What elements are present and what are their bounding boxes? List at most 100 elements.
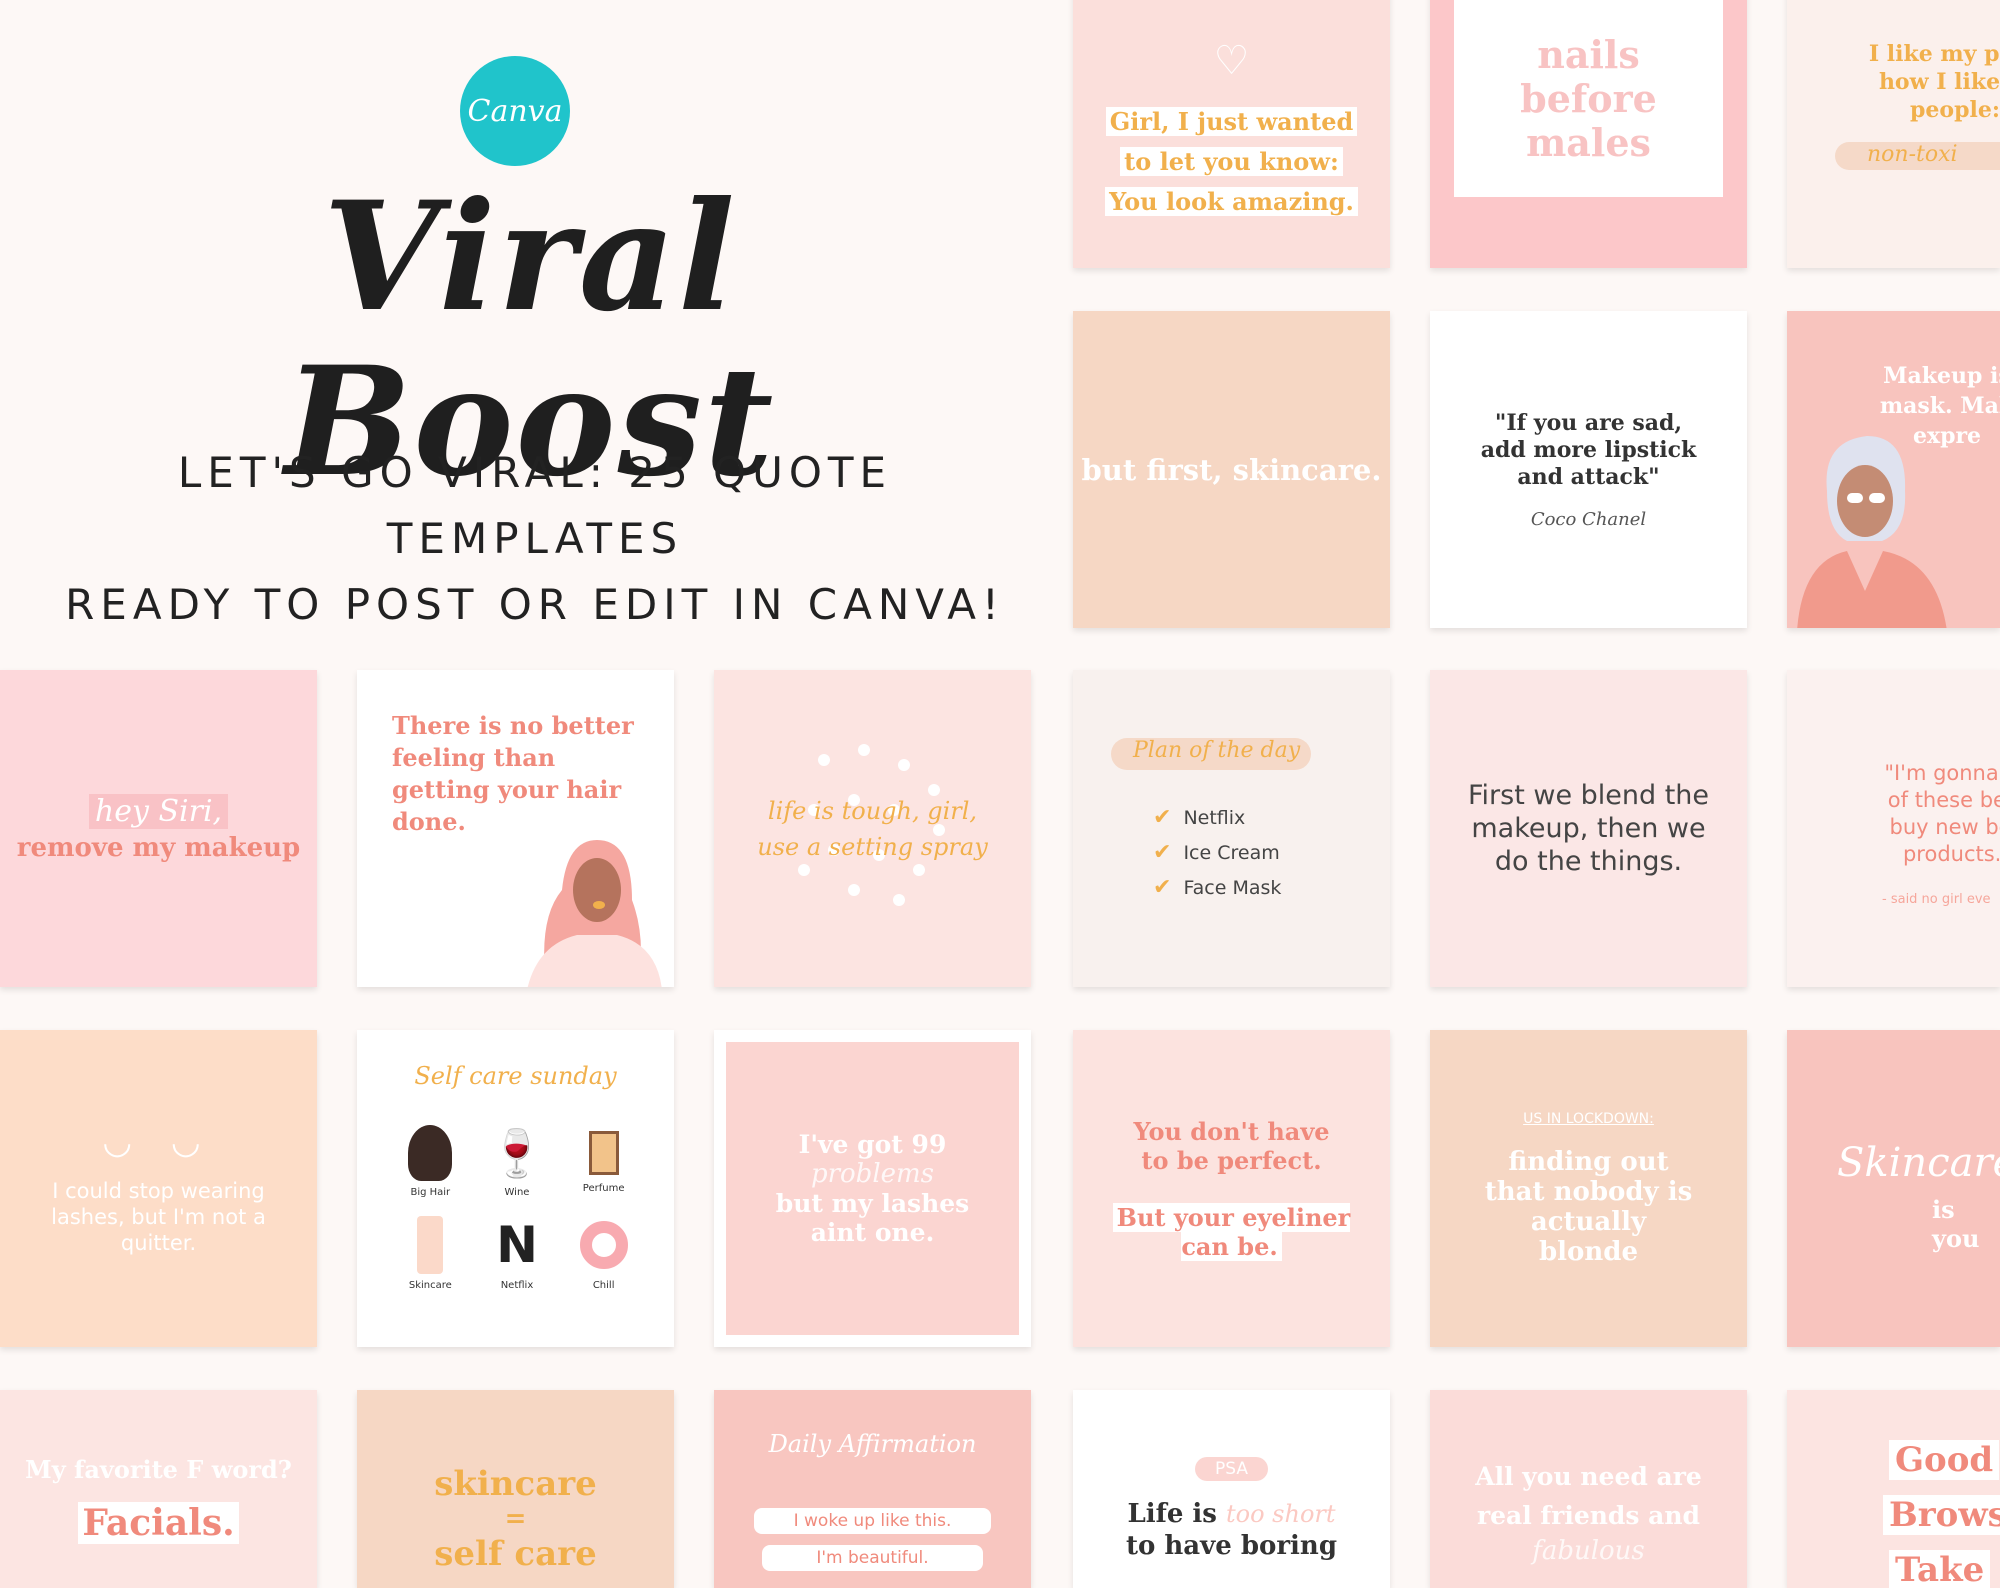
tile-gonna-use[interactable]: "I'm gonna us of these befo buy new bea … [1787, 670, 2000, 987]
quote-text: finding out that nobody is actually blon… [1484, 1146, 1693, 1267]
self-care-item-netflix[interactable]: N Netflix [474, 1216, 561, 1291]
tile-blend[interactable]: First we blend the makeup, then we do th… [1430, 670, 1747, 987]
quote-line-2: real friends and [1476, 1501, 1701, 1530]
quote-line-2: = [504, 1504, 527, 1534]
tile-hey-siri[interactable]: hey Siri, remove my makeup [0, 670, 317, 987]
hero-subtitle: LET'S GO VIRAL: 25 QUOTE TEMPLATES READY… [30, 440, 1040, 638]
brows-line: Take [1889, 1550, 1991, 1588]
quote-line-2: mask. Mak [1879, 393, 2000, 419]
quote-line-4: products." [1902, 842, 2000, 866]
tile-plan[interactable]: Plan of the day ✔ Netflix ✔ Ice Cream ✔ Fac… [1073, 670, 1390, 987]
checkmark-icon: ✔ [1153, 805, 1172, 830]
quote-text: "If you are sad, add more lipstick and a… [1480, 409, 1697, 490]
hero-section: Canva Viral Boost LET'S GO VIRAL: 25 QUO… [0, 0, 1070, 640]
subtitle-line-2: READY TO POST OR EDIT IN CANVA! [65, 580, 1005, 629]
quote-line-1: Girl, I just wanted [1105, 107, 1358, 136]
woman-icon [408, 1125, 453, 1181]
tile-hair-done[interactable]: There is no better feeling than getting … [357, 670, 674, 987]
heart-icon: ♡ [1213, 38, 1250, 84]
quote-text: There is no better feeling than getting … [392, 711, 634, 836]
quote-line-1: I've got 99 [798, 1130, 947, 1159]
lockdown-label: US IN LOCKDOWN: [1523, 1110, 1654, 1127]
quote-text: remove my makeup [16, 833, 301, 863]
checklist-item[interactable]: ✔ Netflix [1153, 805, 1281, 830]
checkmark-icon: ✔ [1153, 840, 1172, 865]
quote-line-2: Facials. [78, 1501, 239, 1544]
self-care-item-wine[interactable]: 🍷 Wine [474, 1125, 561, 1198]
tile-skincare-first[interactable]: but first, skincare. [1073, 311, 1390, 628]
script-text: too short [1226, 1500, 1336, 1528]
quote-line-3: You look amazing. [1105, 187, 1358, 216]
quote-line-2: to have boring [1125, 1531, 1338, 1561]
tile-skincare-is[interactable]: Skincare is you [1787, 1030, 2000, 1347]
quote-line-1: Makeup is [1883, 363, 2000, 389]
quote-line-2: to let you know: [1120, 147, 1343, 176]
checkmark-icon: ✔ [1153, 875, 1172, 900]
tile-good-brows[interactable]: Good Brows Take [1787, 1390, 2000, 1588]
quote-line-1: My favorite F word? [25, 1454, 292, 1484]
affirmation-item: I woke up like this. [754, 1508, 991, 1534]
plan-title: Plan of the day [1133, 738, 1301, 763]
canva-logo: Canva [460, 56, 570, 166]
tile-sad-lipstick[interactable]: "If you are sad, add more lipstick and a… [1430, 311, 1747, 628]
tile-psa[interactable]: PSA Life is too short to have boring [1073, 1390, 1390, 1588]
quote-line-2: how I like m [1878, 69, 2000, 95]
perfume-icon [588, 1131, 619, 1175]
wine-icon: 🍷 [488, 1126, 546, 1180]
quote-author: Coco Chanel [1530, 508, 1647, 530]
tile-makeup-mask[interactable]: Makeup is mask. Mak expre [1787, 311, 2000, 628]
quote-line-3: aint one. [810, 1218, 935, 1247]
script-text: fabulous [1532, 1536, 1645, 1566]
tile-problems[interactable]: I've got 99 problems but my lashes aint … [714, 1030, 1031, 1347]
quote-line-1: skincare [434, 1464, 597, 1504]
quote-line-2: But your eyeliner can be. [1112, 1202, 1351, 1261]
psa-label: PSA [1195, 1457, 1268, 1481]
quote-line-2: use a setting spray [757, 832, 988, 861]
woman-illustration [1797, 436, 1947, 628]
netflix-icon: N [496, 1216, 538, 1274]
self-care-item-skincare[interactable]: Skincare [387, 1216, 474, 1291]
affirmation-item: I'm beautiful. [762, 1545, 983, 1571]
checklist-item[interactable]: ✔ Face Mask [1153, 875, 1281, 900]
affirmation-title: Daily Affirmation [768, 1430, 977, 1458]
closed-eyes-icon: ◡ ◡ [102, 1121, 215, 1162]
tile-lockdown[interactable]: US IN LOCKDOWN: finding out that nobody … [1430, 1030, 1747, 1347]
tile-self-care[interactable]: Self care sunday Big Hair 🍷 Wine Perfume … [357, 1030, 674, 1347]
brows-line: Good [1889, 1440, 2000, 1480]
quote-line-1: Life is [1127, 1499, 1217, 1529]
quote-line-1: I like my prod [1868, 41, 2000, 67]
tile-skincare-self[interactable]: skincare = self care [357, 1390, 674, 1588]
script-text: problems [810, 1159, 935, 1189]
quote-line-2: of these befo [1887, 788, 2000, 812]
quote-line-3: self care [434, 1534, 597, 1574]
quote-line-2: but my lashes [775, 1189, 970, 1218]
self-care-item-big-hair[interactable]: Big Hair [387, 1125, 474, 1198]
quote-line-1: life is tough, girl, [767, 796, 978, 825]
scrunchie-icon [579, 1221, 628, 1269]
quote-author: - said no girl eve [1882, 892, 1991, 907]
quote-line-1: You don't have to be perfect. [1133, 1116, 1330, 1175]
canva-logo-text: Canva [467, 93, 563, 129]
self-care-title: Self care sunday [414, 1062, 617, 1090]
self-care-item-chill[interactable]: Chill [560, 1216, 647, 1291]
script-text: non-toxi [1867, 142, 1958, 167]
quote-text: is you [1932, 1195, 1980, 1253]
tile-girl-wanted[interactable]: ♡ Girl, I just wanted to let you know: Y… [1073, 0, 1390, 268]
tile-f-word[interactable]: My favorite F word? Facials. [0, 1390, 317, 1588]
tile-lashes[interactable]: ◡ ◡ I could stop wearing lashes, but I'm… [0, 1030, 317, 1347]
quote-text: nails before males [1520, 31, 1657, 165]
quote-line-1: All you need are [1475, 1462, 1702, 1491]
quote-line-3: people: [1910, 97, 2000, 123]
self-care-item-perfume[interactable]: Perfume [560, 1125, 647, 1198]
tile-perfect[interactable]: You don't have to be perfect. But your e… [1073, 1030, 1390, 1347]
quote-line-3: buy new bea [1889, 815, 2000, 839]
tile-friends[interactable]: All you need are real friends and fabulo… [1430, 1390, 1747, 1588]
tile-life-tough[interactable]: life is tough, girl, use a setting spray [714, 670, 1031, 987]
tile-affirmation[interactable]: Daily Affirmation I woke up like this. I… [714, 1390, 1031, 1588]
tile-products[interactable]: I like my prod how I like m people: non-… [1787, 0, 2000, 268]
brows-line: Brows [1883, 1495, 2000, 1535]
checklist-item[interactable]: ✔ Ice Cream [1153, 840, 1281, 865]
tile-nails[interactable]: nails before males [1430, 0, 1747, 268]
quote-text: I could stop wearing lashes, but I'm not… [51, 1178, 266, 1255]
quote-text: First we blend the makeup, then we do th… [1467, 780, 1710, 877]
